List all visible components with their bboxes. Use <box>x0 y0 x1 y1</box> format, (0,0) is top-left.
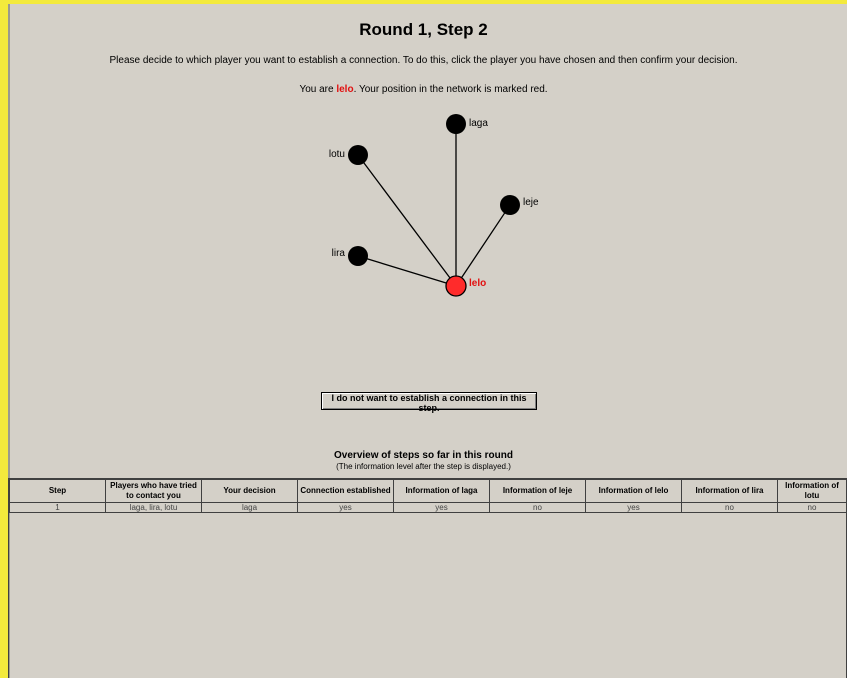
overview-table-container: Step Players who have tried to contact y… <box>8 478 847 678</box>
col-step: Step <box>9 479 106 503</box>
player-node-leje[interactable]: leje <box>500 195 539 215</box>
table-row: 1 laga, lira, lotu laga yes yes no yes n… <box>9 502 847 513</box>
col-info-lira: Information of lira <box>681 479 778 503</box>
cell-step: 1 <box>9 502 106 513</box>
node-dot-leje[interactable] <box>500 195 520 215</box>
edge-leje-lelo <box>455 204 511 287</box>
cell-info-lelo: yes <box>585 502 682 513</box>
col-your-decision: Your decision <box>201 479 298 503</box>
col-info-lotu: Information of lotu <box>777 479 847 503</box>
node-label-laga: laga <box>469 118 488 129</box>
cell-your-decision: laga <box>201 502 298 513</box>
no-connection-button[interactable]: I do not want to establish a connection … <box>321 392 537 413</box>
window-top-border <box>0 0 847 4</box>
player-node-lotu[interactable]: lotu <box>329 145 368 165</box>
you-are-prefix: You are <box>299 84 337 95</box>
cell-info-lira: no <box>681 502 778 513</box>
edge-lotu-lelo <box>357 154 457 287</box>
node-dot-lotu[interactable] <box>348 145 368 165</box>
instruction-text: Please decide to which player you want t… <box>109 55 738 66</box>
cell-connection-established: yes <box>297 502 394 513</box>
cell-players-tried: laga, lira, lotu <box>105 502 202 513</box>
window-left-border <box>0 0 8 678</box>
you-name: lelo <box>336 84 354 95</box>
cell-info-lotu: no <box>777 502 847 513</box>
node-label-lelo: lelo <box>469 278 486 289</box>
node-label-lira: lira <box>332 248 346 259</box>
edge-lira-lelo <box>357 255 457 287</box>
node-dot-laga[interactable] <box>446 114 466 134</box>
col-info-lelo: Information of lelo <box>585 479 682 503</box>
you-are-text: You are lelo. Your position in the netwo… <box>0 84 847 95</box>
node-label-leje: leje <box>523 197 539 208</box>
overview-table: Step Players who have tried to contact y… <box>9 479 847 513</box>
page-title: Round 1, Step 2 <box>359 20 488 39</box>
player-node-laga[interactable]: laga <box>446 114 488 134</box>
cell-info-laga: yes <box>393 502 490 513</box>
col-info-leje: Information of leje <box>489 479 586 503</box>
col-info-laga: Information of laga <box>393 479 490 503</box>
player-node-lelo-self: lelo <box>445 275 486 297</box>
col-players-tried: Players who have tried to contact you <box>105 479 202 503</box>
you-are-suffix: . Your position in the network is marked… <box>353 84 548 95</box>
overview-title: Overview of steps so far in this round <box>334 450 513 461</box>
node-dot-lira[interactable] <box>348 246 368 266</box>
col-connection-established: Connection established <box>297 479 394 503</box>
table-header-row: Step Players who have tried to contact y… <box>9 479 847 503</box>
node-dot-lelo <box>445 275 467 297</box>
node-label-lotu: lotu <box>329 149 345 160</box>
overview-subtitle: (The information level after the step is… <box>336 462 511 471</box>
player-node-lira[interactable]: lira <box>332 246 368 266</box>
cell-info-leje: no <box>489 502 586 513</box>
